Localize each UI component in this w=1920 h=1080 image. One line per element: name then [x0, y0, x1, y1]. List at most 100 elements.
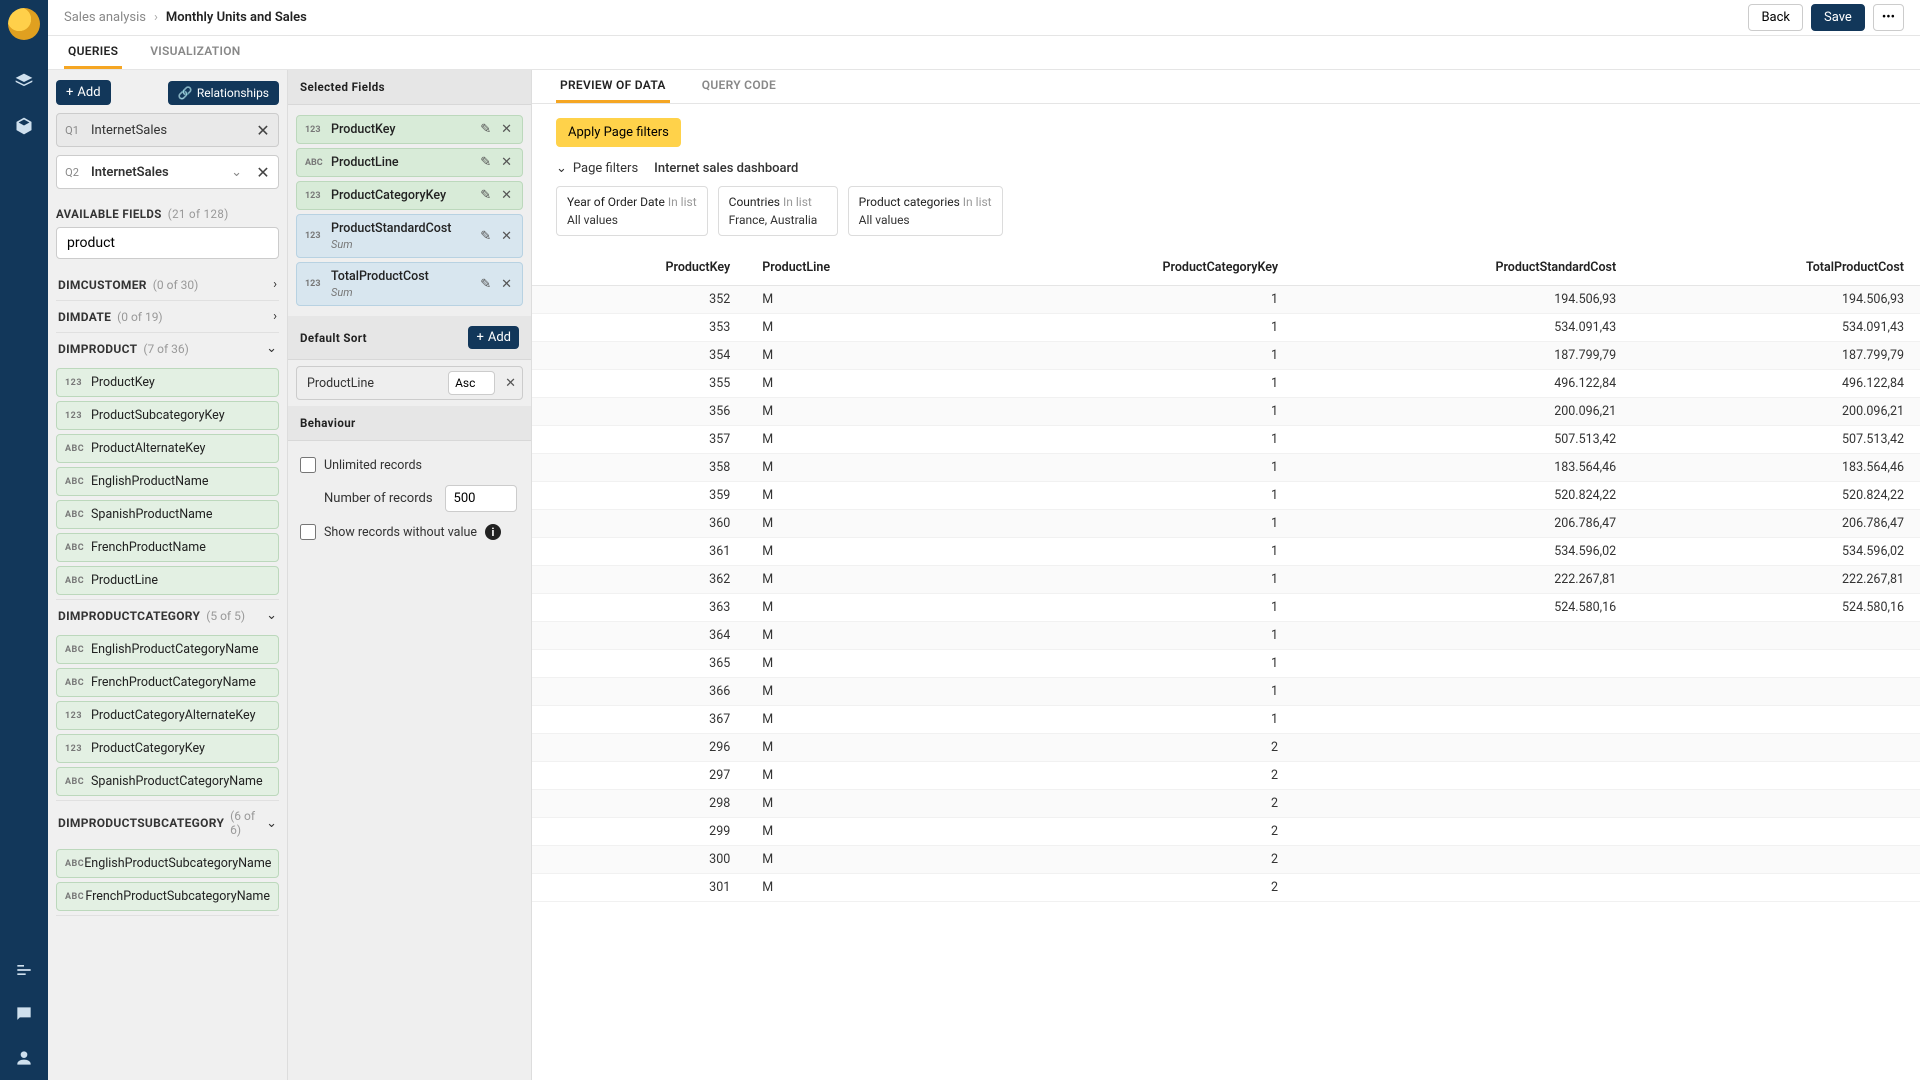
more-button[interactable]: •••	[1873, 4, 1904, 31]
unlimited-records-checkbox[interactable]: Unlimited records	[300, 457, 519, 473]
tab-preview-data[interactable]: Preview of Data	[556, 70, 670, 103]
rail-sliders-icon[interactable]	[8, 954, 40, 986]
back-button[interactable]: Back	[1748, 4, 1803, 31]
page-filters-toggle[interactable]: ⌄ Page filters	[556, 161, 638, 176]
query-item[interactable]: Q2 InternetSales ⌄ ✕	[56, 155, 279, 189]
table-row[interactable]: 354M1187.799,79187.799,79	[532, 342, 1920, 370]
field-type-icon: 123	[65, 744, 91, 754]
selected-field[interactable]: ABC ProductLine ✎✕	[296, 148, 523, 177]
table-row[interactable]: 367M1	[532, 706, 1920, 734]
edit-icon[interactable]: ✎	[480, 188, 491, 203]
column-header[interactable]: ProductStandardCost	[1294, 250, 1632, 286]
filter-card[interactable]: Year of Order Date In listAll values	[556, 186, 708, 236]
table-row[interactable]: 365M1	[532, 650, 1920, 678]
datasource-header[interactable]: DIMPRODUCTCATEGORY (5 of 5) ⌄	[56, 600, 279, 631]
available-field[interactable]: ABCEnglishProductCategoryName	[56, 635, 279, 664]
column-header[interactable]: ProductCategoryKey	[967, 250, 1294, 286]
table-row[interactable]: 296M2	[532, 734, 1920, 762]
breadcrumb-parent[interactable]: Sales analysis	[64, 10, 146, 25]
datasource-header[interactable]: DIMCUSTOMER (0 of 30) ›	[56, 269, 279, 300]
available-field[interactable]: ABCEnglishProductName	[56, 467, 279, 496]
table-row[interactable]: 360M1206.786,47206.786,47	[532, 510, 1920, 538]
close-icon[interactable]: ✕	[501, 155, 512, 170]
datasource-header[interactable]: DIMDATE (0 of 19) ›	[56, 301, 279, 332]
rail-cube-icon[interactable]	[8, 110, 40, 142]
rail-user-icon[interactable]	[8, 1042, 40, 1074]
table-row[interactable]: 366M1	[532, 678, 1920, 706]
available-field[interactable]: ABCProductAlternateKey	[56, 434, 279, 463]
chevron-right-icon: ›	[273, 309, 277, 324]
num-records-input[interactable]	[445, 485, 517, 512]
column-header[interactable]: ProductLine	[746, 250, 967, 286]
relationships-button[interactable]: 🔗Relationships	[168, 81, 279, 105]
remove-sort-icon[interactable]: ✕	[505, 376, 516, 391]
table-row[interactable]: 298M2	[532, 790, 1920, 818]
datasource-header[interactable]: DIMPRODUCT (7 of 36) ⌄	[56, 333, 279, 364]
available-field[interactable]: ABCProductLine	[56, 566, 279, 595]
table-row[interactable]: 358M1183.564,46183.564,46	[532, 454, 1920, 482]
available-field[interactable]: ABCSpanishProductName	[56, 500, 279, 529]
add-query-button[interactable]: +Add	[56, 80, 111, 105]
apply-page-filters-button[interactable]: Apply Page filters	[556, 118, 681, 147]
close-icon[interactable]: ✕	[248, 163, 278, 182]
table-row[interactable]: 297M2	[532, 762, 1920, 790]
edit-icon[interactable]: ✎	[480, 122, 491, 137]
edit-icon[interactable]: ✎	[480, 229, 491, 244]
chevron-down-icon[interactable]: ⌄	[231, 165, 242, 180]
available-field[interactable]: 123ProductSubcategoryKey	[56, 401, 279, 430]
rail-chat-icon[interactable]	[8, 998, 40, 1030]
filter-card[interactable]: Countries In listFrance, Australia	[718, 186, 838, 236]
chevron-down-icon: ⌄	[266, 608, 277, 623]
table-row[interactable]: 363M1524.580,16524.580,16	[532, 594, 1920, 622]
table-row[interactable]: 364M1	[532, 622, 1920, 650]
selected-field[interactable]: 123 ProductStandardCostSum ✎✕	[296, 214, 523, 258]
table-row[interactable]: 362M1222.267,81222.267,81	[532, 566, 1920, 594]
available-field[interactable]: 123ProductCategoryKey	[56, 734, 279, 763]
edit-icon[interactable]: ✎	[480, 277, 491, 292]
table-row[interactable]: 352M1194.506,93194.506,93	[532, 286, 1920, 314]
selected-field[interactable]: 123 ProductKey ✎✕	[296, 115, 523, 144]
datasource-header[interactable]: DIMPRODUCTSUBCATEGORY (6 of 6) ⌄	[56, 801, 279, 845]
edit-icon[interactable]: ✎	[480, 155, 491, 170]
tab-queries[interactable]: Queries	[64, 36, 122, 69]
add-sort-button[interactable]: +Add	[468, 326, 519, 349]
filter-card[interactable]: Product categories In listAll values	[848, 186, 1003, 236]
table-row[interactable]: 356M1200.096,21200.096,21	[532, 398, 1920, 426]
selected-field[interactable]: 123 TotalProductCostSum ✎✕	[296, 262, 523, 306]
available-field[interactable]: ABCFrenchProductSubcategoryName	[56, 882, 279, 911]
table-row[interactable]: 359M1520.824,22520.824,22	[532, 482, 1920, 510]
close-icon[interactable]: ✕	[501, 229, 512, 244]
selected-field[interactable]: 123 ProductCategoryKey ✎✕	[296, 181, 523, 210]
column-header[interactable]: TotalProductCost	[1632, 250, 1920, 286]
close-icon[interactable]: ✕	[501, 188, 512, 203]
tab-visualization[interactable]: Visualization	[146, 36, 244, 69]
close-icon[interactable]: ✕	[501, 122, 512, 137]
table-row[interactable]: 300M2	[532, 846, 1920, 874]
query-id: Q1	[57, 124, 87, 137]
available-fields-count: (21 of 128)	[168, 207, 229, 221]
close-icon[interactable]: ✕	[248, 121, 278, 140]
show-records-without-value-checkbox[interactable]: Show records without value i	[300, 524, 519, 540]
tab-query-code[interactable]: Query Code	[698, 70, 780, 103]
available-field[interactable]: 123ProductCategoryAlternateKey	[56, 701, 279, 730]
table-row[interactable]: 361M1534.596,02534.596,02	[532, 538, 1920, 566]
table-row[interactable]: 299M2	[532, 818, 1920, 846]
save-button[interactable]: Save	[1811, 4, 1865, 31]
table-row[interactable]: 353M1534.091,43534.091,43	[532, 314, 1920, 342]
table-row[interactable]: 355M1496.122,84496.122,84	[532, 370, 1920, 398]
available-field[interactable]: 123ProductKey	[56, 368, 279, 397]
table-row[interactable]: 357M1507.513,42507.513,42	[532, 426, 1920, 454]
brand-logo[interactable]	[8, 8, 40, 40]
query-item[interactable]: Q1 InternetSales ✕	[56, 113, 279, 147]
sort-direction-select[interactable]: Asc	[448, 371, 495, 395]
available-field[interactable]: ABCFrenchProductCategoryName	[56, 668, 279, 697]
available-field[interactable]: ABCSpanishProductCategoryName	[56, 767, 279, 796]
rail-layers-icon[interactable]	[8, 66, 40, 98]
search-fields-input[interactable]	[56, 227, 279, 259]
column-header[interactable]: ProductKey	[532, 250, 746, 286]
info-icon[interactable]: i	[485, 524, 501, 540]
close-icon[interactable]: ✕	[501, 277, 512, 292]
available-field[interactable]: ABCFrenchProductName	[56, 533, 279, 562]
table-row[interactable]: 301M2	[532, 874, 1920, 902]
available-field[interactable]: ABCEnglishProductSubcategoryName	[56, 849, 279, 878]
